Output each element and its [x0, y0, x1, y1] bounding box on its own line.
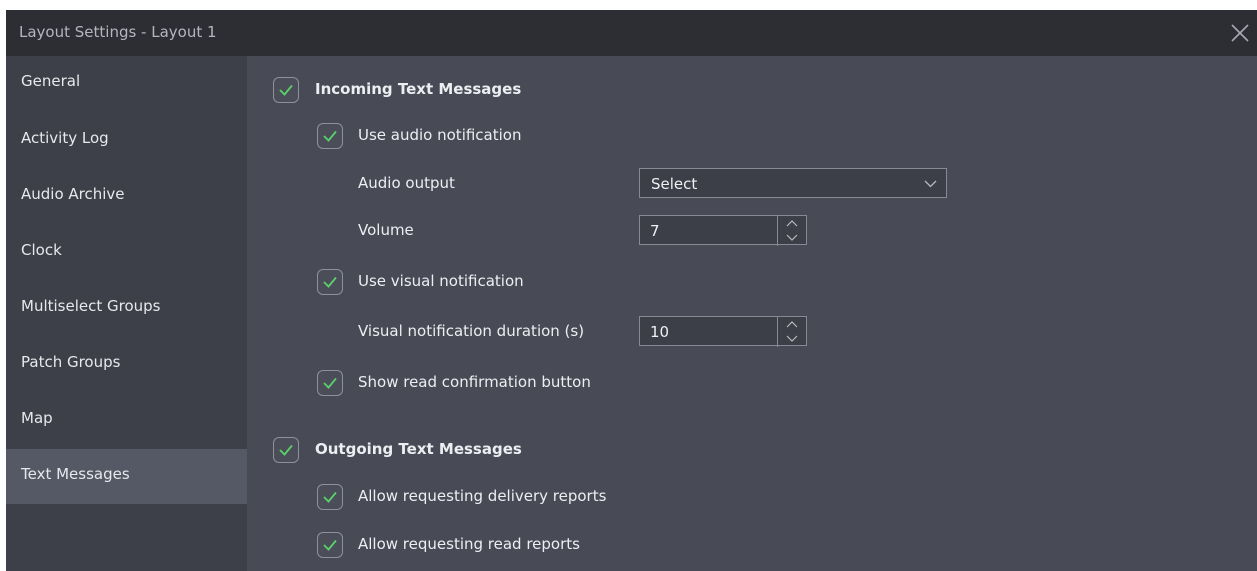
allow-read-reports-label: Allow requesting read reports [358, 535, 580, 553]
visual-duration-spin-buttons [777, 317, 806, 347]
sidebar-item-label: Activity Log [21, 129, 109, 147]
volume-label: Volume [358, 221, 414, 239]
sidebar-item-patch-groups[interactable]: Patch Groups [6, 337, 247, 392]
chevron-down-icon [924, 180, 937, 188]
allow-delivery-reports-label: Allow requesting delivery reports [358, 487, 607, 505]
checkmark-icon [323, 491, 337, 503]
sidebar-item-label: General [21, 72, 81, 90]
close-button[interactable] [1227, 19, 1253, 47]
close-icon [1231, 24, 1249, 42]
volume-increment-button[interactable] [778, 216, 806, 231]
checkmark-icon [323, 377, 337, 389]
visual-duration-input[interactable] [640, 317, 776, 347]
allow-read-reports-checkbox[interactable] [317, 532, 343, 558]
sidebar-item-general[interactable]: General [6, 56, 247, 111]
show-read-confirmation-label: Show read confirmation button [358, 373, 591, 391]
chevron-up-icon [786, 220, 798, 227]
use-visual-notification-checkbox[interactable] [317, 269, 343, 295]
chevron-up-icon [786, 321, 798, 328]
volume-spin-buttons [777, 216, 806, 246]
sidebar-item-activity-log[interactable]: Activity Log [6, 113, 247, 168]
checkmark-icon [279, 444, 293, 456]
use-audio-notification-checkbox[interactable] [317, 123, 343, 149]
allow-delivery-reports-checkbox[interactable] [317, 484, 343, 510]
sidebar-item-clock[interactable]: Clock [6, 225, 247, 280]
visual-notification-duration-label: Visual notification duration (s) [358, 322, 585, 340]
sidebar-item-text-messages[interactable]: Text Messages [6, 449, 247, 504]
layout-settings-window: Layout Settings - Layout 1 General Activ… [6, 10, 1257, 571]
chevron-down-icon [786, 335, 798, 342]
sidebar-item-label: Clock [21, 241, 62, 259]
audio-output-value: Select [651, 175, 698, 193]
volume-decrement-button[interactable] [778, 230, 806, 245]
checkmark-icon [323, 130, 337, 142]
show-read-confirmation-checkbox[interactable] [317, 370, 343, 396]
sidebar-item-label: Audio Archive [21, 185, 125, 203]
sidebar-item-label: Map [21, 409, 53, 427]
sidebar-item-multiselect-groups[interactable]: Multiselect Groups [6, 281, 247, 336]
use-audio-notification-label: Use audio notification [358, 126, 522, 144]
checkmark-icon [323, 539, 337, 551]
volume-input[interactable] [640, 216, 776, 246]
checkmark-icon [323, 276, 337, 288]
outgoing-text-messages-label: Outgoing Text Messages [315, 440, 522, 458]
sidebar-item-label: Patch Groups [21, 353, 121, 371]
audio-output-select[interactable]: Select [639, 168, 947, 198]
text-messages-settings: Incoming Text Messages Use audio notific… [247, 56, 1257, 571]
incoming-text-messages-label: Incoming Text Messages [315, 80, 522, 98]
chevron-down-icon [786, 234, 798, 241]
window-title: Layout Settings - Layout 1 [19, 23, 217, 41]
title-bar: Layout Settings - Layout 1 [6, 10, 1257, 56]
incoming-text-messages-checkbox[interactable] [273, 77, 299, 103]
sidebar-item-audio-archive[interactable]: Audio Archive [6, 169, 247, 224]
outgoing-text-messages-checkbox[interactable] [273, 437, 299, 463]
sidebar-item-label: Multiselect Groups [21, 297, 161, 315]
visual-duration-spinbox [639, 316, 807, 347]
visual-duration-increment-button[interactable] [778, 317, 806, 332]
checkmark-icon [279, 84, 293, 96]
settings-sidebar: General Activity Log Audio Archive Clock… [6, 56, 247, 571]
volume-spinbox [639, 215, 807, 246]
visual-duration-decrement-button[interactable] [778, 331, 806, 346]
sidebar-item-label: Text Messages [21, 465, 130, 483]
use-visual-notification-label: Use visual notification [358, 272, 524, 290]
sidebar-item-map[interactable]: Map [6, 393, 247, 448]
audio-output-label: Audio output [358, 174, 455, 192]
